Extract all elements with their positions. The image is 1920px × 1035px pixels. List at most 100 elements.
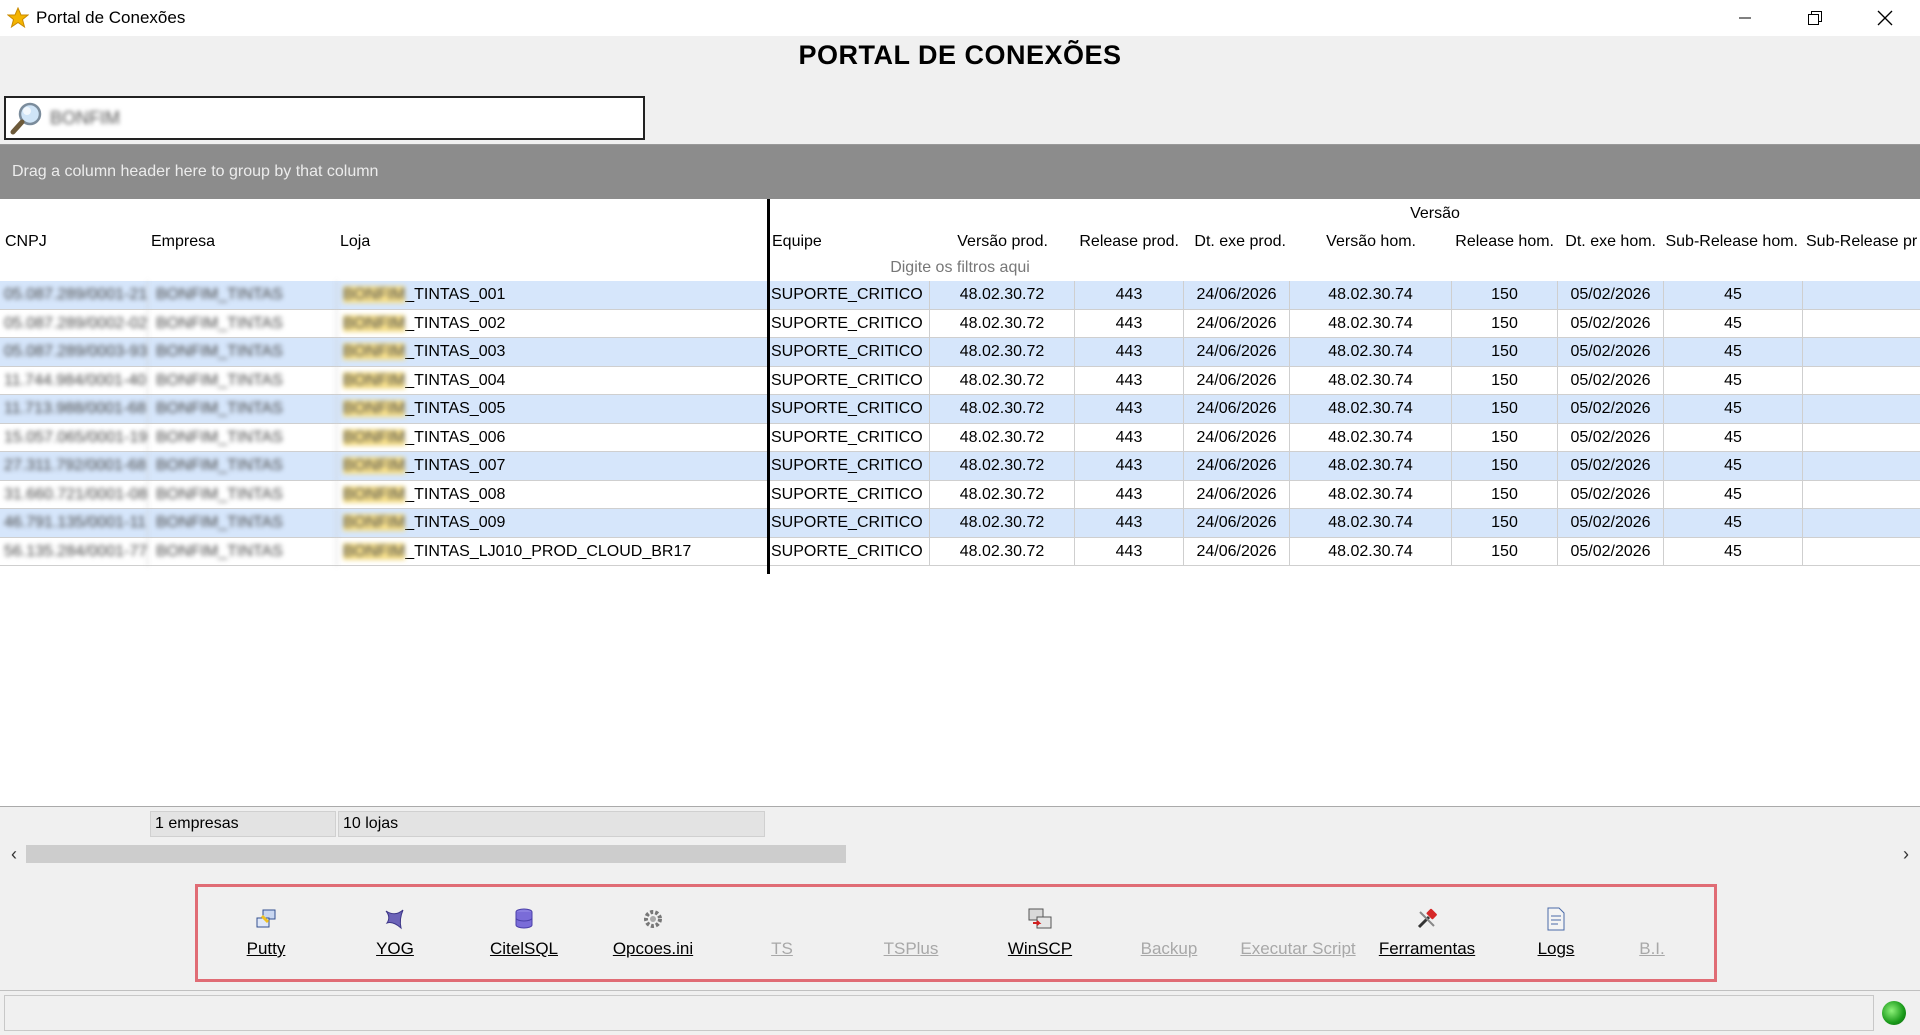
table-row[interactable]: 05.087.289/0002-02 BONFIM_TINTAS BONFIM_… [0, 309, 1920, 338]
cell-versao-prod: 48.02.30.72 [930, 423, 1075, 452]
cell-dt-exe-hom: 05/02/2026 [1558, 281, 1664, 309]
cell-cnpj: 56.135.284/0001-77 [0, 537, 148, 566]
minimize-button[interactable] [1710, 0, 1780, 36]
cell-release-prod: 443 [1075, 338, 1184, 366]
executar-script-label: Executar Script [1240, 939, 1356, 958]
cell-sub-release-hom: 45 [1664, 338, 1803, 366]
loja-prefix: BONFIM [343, 428, 406, 446]
table-row[interactable]: 46.791.135/0001-11 BONFIM_TINTAS BONFIM_… [0, 509, 1920, 538]
cell-dt-exe-hom: 05/02/2026 [1558, 309, 1664, 338]
header-versao-prod[interactable]: Versão prod. [930, 233, 1048, 251]
header-versao-hom[interactable]: Versão hom. [1292, 233, 1416, 251]
cell-versao-hom: 48.02.30.74 [1290, 480, 1452, 509]
table-row[interactable]: 05.087.289/0003-93 BONFIM_TINTAS BONFIM_… [0, 338, 1920, 367]
restore-button[interactable] [1780, 0, 1850, 36]
table-row[interactable]: 27.311.792/0001-68 BONFIM_TINTAS BONFIM_… [0, 452, 1920, 481]
cell-cnpj: 27.311.792/0001-68 [0, 452, 148, 480]
cell-release-hom: 150 [1452, 395, 1558, 423]
table-row[interactable]: 05.087.289/0001-21 BONFIM_TINTAS BONFIM_… [0, 281, 1920, 310]
header-release-prod[interactable]: Release prod. [1075, 233, 1179, 251]
group-by-panel[interactable]: Drag a column header here to group by th… [0, 145, 1920, 199]
cell-loja: BONFIM_TINTAS_006 [337, 423, 768, 452]
cell-release-hom: 150 [1452, 366, 1558, 395]
page-title: PORTAL DE CONEXÕES [798, 40, 1122, 70]
connection-status-icon [1882, 1001, 1906, 1025]
cell-versao-hom: 48.02.30.74 [1290, 338, 1452, 366]
cell-loja: BONFIM_TINTAS_008 [337, 480, 768, 509]
opcoes-ini-button[interactable]: Opcoes.ini [588, 905, 718, 959]
cell-dt-exe-hom: 05/02/2026 [1558, 480, 1664, 509]
header-dt-exe-prod[interactable]: Dt. exe prod. [1186, 233, 1286, 251]
putty-button[interactable]: Putty [201, 905, 331, 959]
winscp-button[interactable]: WinSCP [975, 905, 1105, 959]
loja-suffix: _TINTAS_008 [405, 485, 506, 503]
cell-loja: BONFIM_TINTAS_005 [337, 395, 768, 423]
tools-toolbar: Putty YOG CitelSQL Opcoes.ini TS TSPlus … [195, 884, 1717, 982]
cell-versao-hom: 48.02.30.74 [1290, 452, 1452, 480]
backup-button[interactable]: Backup [1104, 905, 1234, 959]
table-row[interactable]: 56.135.284/0001-77 BONFIM_TINTAS BONFIM_… [0, 537, 1920, 566]
ferramentas-button[interactable]: Ferramentas [1362, 905, 1492, 959]
header-equipe[interactable]: Equipe [772, 233, 922, 251]
scrollbar-thumb[interactable] [26, 845, 846, 863]
summary-empresas: 1 empresas [150, 811, 336, 837]
close-button[interactable] [1850, 0, 1920, 36]
cell-dt-exe-hom: 05/02/2026 [1558, 452, 1664, 480]
loja-suffix: _TINTAS_006 [405, 428, 506, 446]
cell-release-hom: 150 [1452, 338, 1558, 366]
table-row[interactable]: 31.660.721/0001-08 BONFIM_TINTAS BONFIM_… [0, 480, 1920, 509]
scroll-right-icon[interactable]: › [1894, 842, 1918, 866]
header-dt-exe-hom[interactable]: Dt. exe hom. [1560, 233, 1656, 251]
status-bar [0, 990, 1920, 1035]
cell-sub-release-hom: 45 [1664, 509, 1803, 537]
table-row[interactable]: 15.057.065/0001-19 BONFIM_TINTAS BONFIM_… [0, 423, 1920, 452]
backup-label: Backup [1140, 939, 1198, 958]
scroll-left-icon[interactable]: ‹ [2, 842, 26, 866]
loja-prefix: BONFIM [343, 371, 406, 389]
winscp-label: WinSCP [1007, 939, 1073, 958]
filter-row[interactable]: Digite os filtros aqui [0, 255, 1920, 281]
cell-release-prod: 443 [1075, 509, 1184, 537]
winscp-icon [975, 905, 1105, 933]
loja-suffix: _TINTAS_001 [405, 286, 506, 303]
search-input[interactable] [50, 100, 630, 136]
header-empresa[interactable]: Empresa [151, 233, 331, 251]
horizontal-scrollbar[interactable]: ‹ › [0, 842, 1920, 866]
header-release-hom[interactable]: Release hom. [1452, 233, 1554, 251]
loja-suffix: _TINTAS_007 [405, 457, 506, 474]
cell-release-prod: 443 [1075, 480, 1184, 509]
cell-equipe: SUPORTE_CRITICO [771, 480, 930, 509]
loja-suffix: _TINTAS_003 [405, 343, 506, 360]
header-loja[interactable]: Loja [340, 233, 740, 251]
yog-button[interactable]: YOG [330, 905, 460, 959]
header-sub-release-prod[interactable]: Sub-Release pr [1806, 233, 1920, 251]
citelsql-button[interactable]: CitelSQL [459, 905, 589, 959]
cell-versao-prod: 48.02.30.72 [930, 309, 1075, 338]
loja-prefix: BONFIM [343, 343, 406, 360]
table-row[interactable]: 11.744.984/0001-40 BONFIM_TINTAS BONFIM_… [0, 366, 1920, 395]
rows-container: 05.087.289/0001-21 BONFIM_TINTAS BONFIM_… [0, 281, 1920, 566]
cell-release-hom: 150 [1452, 281, 1558, 309]
loja-suffix: _TINTAS_002 [405, 314, 506, 332]
cell-equipe: SUPORTE_CRITICO [771, 281, 930, 309]
cell-release-prod: 443 [1075, 537, 1184, 566]
database-icon [459, 905, 589, 933]
cell-release-prod: 443 [1075, 395, 1184, 423]
executar-script-button[interactable]: Executar Script [1233, 905, 1363, 959]
ts-button[interactable]: TS [717, 905, 847, 959]
header-sub-release-hom[interactable]: Sub-Release hom. [1662, 233, 1798, 251]
cell-loja: BONFIM_TINTAS_LJ010_PROD_CLOUD_BR17 [337, 537, 768, 566]
ferramentas-label: Ferramentas [1378, 939, 1476, 958]
window-title: Portal de Conexões [36, 8, 186, 27]
table-row[interactable]: 11.713.988/0001-68 BONFIM_TINTAS BONFIM_… [0, 395, 1920, 424]
loja-prefix: BONFIM [343, 286, 406, 303]
citelsql-label: CitelSQL [489, 939, 559, 958]
bi-button[interactable]: B.I. [1587, 905, 1717, 959]
search-box[interactable] [4, 96, 645, 140]
cell-cnpj: 11.713.988/0001-68 [0, 395, 148, 423]
tsplus-button[interactable]: TSPlus [846, 905, 976, 959]
header-cnpj[interactable]: CNPJ [5, 233, 145, 251]
fixed-column-divider[interactable] [767, 199, 770, 574]
loja-prefix: BONFIM [343, 514, 406, 531]
cell-dt-exe-hom: 05/02/2026 [1558, 395, 1664, 423]
